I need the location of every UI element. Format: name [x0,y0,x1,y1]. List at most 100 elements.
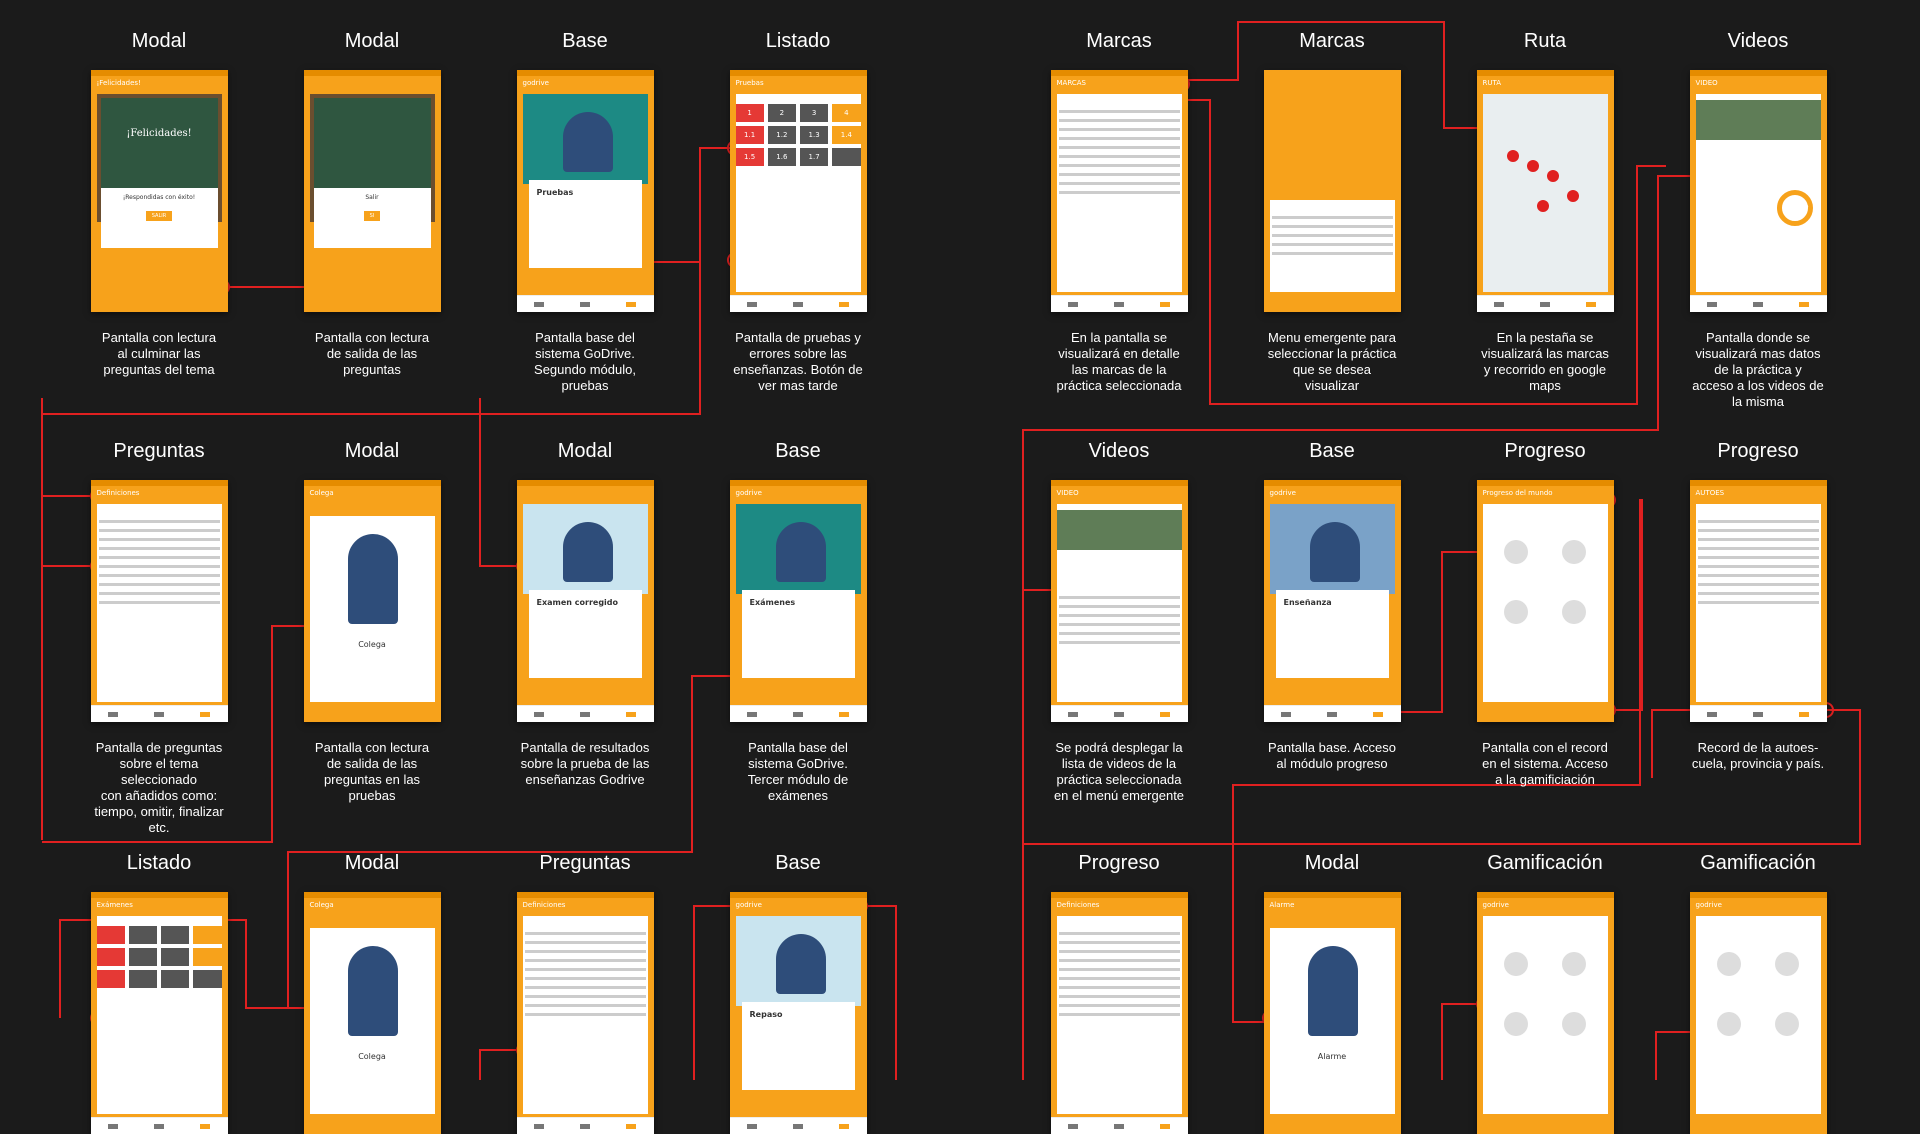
screen-card: Modal Alarme Alarme [1232,850,1432,1134]
lesson-cell[interactable]: 3 [800,104,829,122]
lesson-cell[interactable] [161,926,190,944]
phone-mockup: VIDEO 00:22:12 42.2 100% [1689,70,1827,312]
module-card[interactable]: Enseñanza [1275,590,1389,678]
screen-card: Marcas MARCAS En la pantalla se visualizar… [1019,28,1219,394]
appbar-label: Exámenes [90,898,228,912]
bottom-nav[interactable] [729,705,867,722]
route-map[interactable] [1482,94,1608,292]
lesson-cell[interactable]: 1.2 [767,126,796,144]
module-card[interactable]: Exámenes [741,590,855,678]
screen-description: Pantalla base del sistema GoDrive. Terce… [747,740,849,803]
phone-mockup: godrive Repaso [729,892,867,1134]
bottom-nav[interactable] [1050,1117,1188,1134]
screen-title: Listado [126,852,192,874]
phone-mockup: godrive [1476,892,1614,1134]
list-content [1058,104,1180,200]
lesson-cell[interactable]: 1.5 [735,148,764,166]
screen-description: En la pestaña se visualizará las marcas … [1481,330,1609,393]
phone-mockup: godrive Enseñanza [1263,480,1401,722]
lesson-cell[interactable] [128,970,157,988]
screen-title: Progreso [1078,852,1160,874]
screen-title: Marcas [1086,30,1152,52]
lesson-cell[interactable] [161,970,190,988]
phone-mockup: Definiciones [90,480,228,722]
lesson-cell[interactable] [96,926,125,944]
screen-card: Progreso Progreso del mundo Pantalla con e… [1445,438,1645,788]
appbar-label: Colega [303,898,441,912]
lesson-cell[interactable]: 1.3 [800,126,829,144]
phone-mockup: ¡Felicidades! ¡Felicidades! ¡Respondidas c… [90,70,228,312]
screen-card: Modal ¡Felicidades! ¡Felicidades! ¡Respondi… [59,28,259,378]
phone-mockup: Pruebas 1 2 3 4 1.1 1.2 1.3 1.4 1.5 1.6 1.7 [729,70,867,312]
lesson-cell[interactable]: 1.1 [735,126,764,144]
lesson-cell[interactable] [193,926,222,944]
screen-description: Pantalla con lectura al culminar las pre… [101,330,217,377]
module-caption: Exámenes [749,598,796,607]
phone-mockup: godrive [1689,892,1827,1134]
appbar-label [516,486,654,500]
modal-caption: Salir [365,194,379,201]
appbar-label: Definiciones [516,898,654,912]
phone-mockup: MARCAS [1050,70,1188,312]
module-card[interactable]: Pruebas [528,180,642,268]
phone-mockup: Definiciones [1050,892,1188,1134]
lesson-cell[interactable]: 2 [767,104,796,122]
lesson-cell[interactable]: 1.7 [800,148,829,166]
phone-mockup: Colega Colega [303,892,441,1134]
modal-button[interactable]: SI [363,211,381,221]
bottom-nav[interactable] [516,295,654,312]
screen-title: Modal [557,440,613,462]
lesson-cell[interactable] [128,948,157,966]
screen-card: Base godrive Enseñanza Pantalla base. Acces… [1232,438,1432,772]
percent-value: 100% [1788,202,1809,210]
lesson-cell[interactable] [193,948,222,966]
bottom-nav[interactable] [1050,295,1188,312]
phone-mockup: AUTOES [1689,480,1827,722]
hero-illustration [522,504,648,594]
lesson-cell[interactable]: 4 [832,104,861,122]
appbar-label: Pruebas [729,76,867,90]
screen-card: Base godrive Pruebas Pantalla base del sist… [485,28,685,394]
phone-mockup: godrive Exámenes [729,480,867,722]
bottom-nav[interactable] [516,1117,654,1134]
lesson-cell[interactable]: 1 [735,104,764,122]
screen-card: Listado Exámenes [59,850,259,1134]
lesson-grid: 1 2 3 4 1.1 1.2 1.3 1.4 1.5 1.6 1.7 [735,104,861,166]
bottom-nav[interactable] [1689,295,1827,312]
screen-card: Base godrive Repaso [698,850,898,1134]
phone-mockup: RUTA [1476,70,1614,312]
screen-description: Se podrá desplegar la lista de videos de… [1053,740,1185,803]
screen-card: Videos VIDEO 00:22:12 42.2 100% Pantalla dond… [1658,28,1858,410]
bottom-nav[interactable] [729,1117,867,1134]
bottom-nav[interactable] [1689,705,1827,722]
phone-mockup: Exámenes [90,892,228,1134]
lesson-cell[interactable] [128,926,157,944]
lesson-cell[interactable] [96,948,125,966]
bottom-nav[interactable] [516,705,654,722]
module-card[interactable]: Examen corregido [528,590,642,678]
modal-button[interactable]: SALIR [145,211,173,221]
modal-caption: ¡Respondidas con éxito! [122,194,196,201]
bottom-nav[interactable] [729,295,867,312]
appbar-label: AUTOES [1689,486,1827,500]
lesson-cell[interactable] [96,970,125,988]
screen-description: Pantalla de pruebas y errores sobre las … [733,330,863,393]
bottom-nav[interactable] [1050,705,1188,722]
module-card[interactable]: Repaso [741,1002,855,1090]
lesson-cell[interactable] [193,970,222,988]
bottom-nav[interactable] [90,705,228,722]
screen-card: Ruta RUTA En la pestaña se visualizará las… [1445,28,1645,394]
lesson-cell[interactable]: 1.6 [767,148,796,166]
video-player[interactable] [1695,100,1821,140]
bottom-nav[interactable] [1263,705,1401,722]
screen-description: Pantalla de preguntas sobre el tema sele… [94,740,224,835]
lesson-cell[interactable] [832,148,861,166]
screen-title: Listado [765,30,831,52]
lesson-cell[interactable]: 1.4 [832,126,861,144]
bottom-nav[interactable] [1476,295,1614,312]
bottom-nav[interactable] [90,1117,228,1134]
screen-title: Preguntas [113,440,205,462]
lesson-cell[interactable] [161,948,190,966]
video-player[interactable] [1056,510,1182,550]
character-name: Alarme [1317,1052,1347,1061]
